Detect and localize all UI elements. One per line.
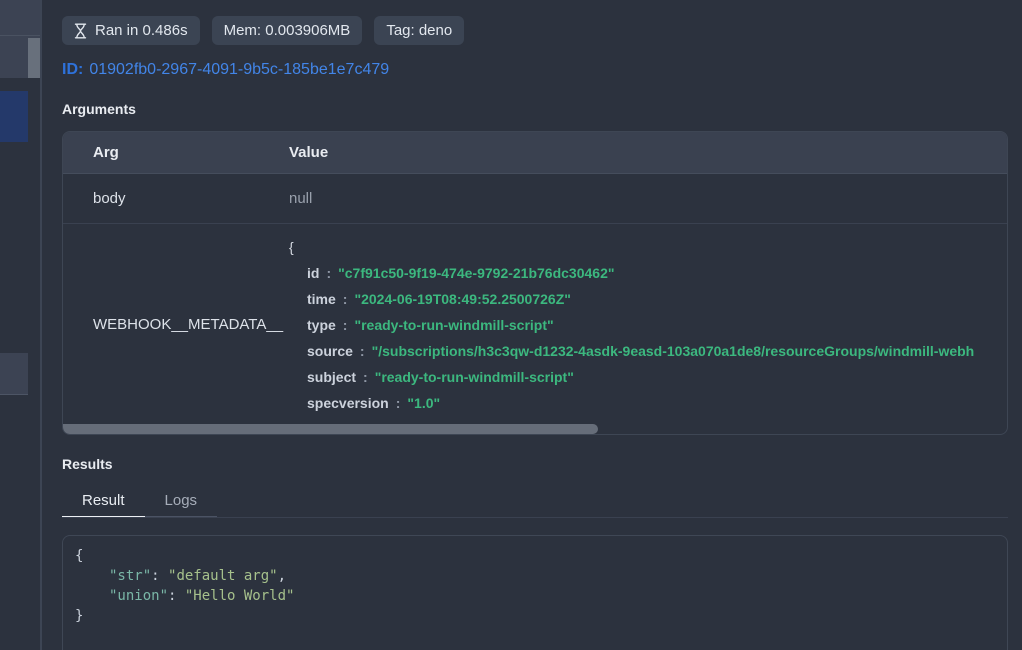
result-colon: : [151, 568, 168, 584]
run-id-value[interactable]: 01902fb0-2967-4091-9b5c-185be1e7c479 [89, 61, 389, 78]
json-entry-specversion: specversion: "1.0" [289, 390, 1007, 416]
json-entry-time: time: "2024-06-19T08:49:52.2500726Z" [289, 286, 1007, 312]
arg-name-webhook-metadata: WEBHOOK__METADATA__ [63, 316, 289, 333]
table-row-metadata: WEBHOOK__METADATA__ { id: "c7f91c50-9f19-… [63, 224, 1007, 424]
json-key: source [307, 343, 353, 359]
run-id-row: ID: 01902fb0-2967-4091-9b5c-185be1e7c479 [62, 61, 1008, 79]
results-tabs: Result Logs [62, 486, 1008, 518]
arg-value-body: null [289, 190, 1007, 207]
json-key: id [307, 265, 319, 281]
rail-scrollbar-thumb[interactable] [28, 38, 40, 78]
memory-badge: Mem: 0.003906MB [212, 16, 363, 45]
webhook-metadata-json-viewer: { id: "c7f91c50-9f19-474e-9792-21b76dc304… [289, 224, 1007, 424]
json-value: "1.0" [407, 395, 440, 411]
rail-list-item[interactable] [0, 353, 28, 395]
result-line-str: "str": "default arg", [75, 566, 995, 586]
json-colon: : [363, 369, 368, 385]
tab-logs[interactable]: Logs [145, 486, 218, 518]
result-open-brace: { [75, 546, 995, 566]
json-entry-id: id: "c7f91c50-9f19-474e-9792-21b76dc30462… [289, 260, 1007, 286]
hourglass-icon [74, 23, 87, 39]
json-entry-type: type: "ready-to-run-windmill-script" [289, 312, 1007, 338]
json-key: time [307, 291, 336, 307]
result-colon: : [168, 588, 185, 604]
result-value: "default arg" [168, 568, 278, 584]
json-colon: : [326, 265, 331, 281]
tag-badge: Tag: deno [374, 16, 464, 45]
run-detail-panel: Ran in 0.486s Mem: 0.003906MB Tag: deno … [42, 0, 1022, 650]
result-close-brace: } [75, 606, 995, 626]
tag-label: Tag: deno [386, 22, 452, 39]
json-colon: : [343, 317, 348, 333]
json-value: "ready-to-run-windmill-script" [354, 317, 553, 333]
json-entry-source: source: "/subscriptions/h3c3qw-d1232-4asd… [289, 338, 1007, 364]
result-json-panel: { "str": "default arg", "union": "Hello … [62, 535, 1008, 650]
value-column-header: Value [289, 144, 1007, 161]
left-rail [0, 0, 42, 650]
json-value: "ready-to-run-windmill-script" [375, 369, 574, 385]
json-entry-subject: subject: "ready-to-run-windmill-script" [289, 364, 1007, 390]
results-section-title: Results [62, 456, 1008, 472]
result-value: "Hello World" [185, 588, 295, 604]
arguments-section-title: Arguments [62, 101, 1008, 117]
result-key: "str" [109, 568, 151, 584]
json-open-brace: { [289, 234, 1007, 260]
arg-name-body: body [63, 190, 289, 207]
table-row: body null [63, 174, 1007, 224]
result-comma: , [278, 568, 286, 584]
arguments-table: Arg Value body null WEBHOOK__METADATA__ … [62, 131, 1008, 435]
arg-column-header: Arg [63, 144, 289, 161]
json-colon: : [343, 291, 348, 307]
json-key: specversion [307, 395, 389, 411]
arguments-table-header: Arg Value [63, 132, 1007, 174]
run-badges: Ran in 0.486s Mem: 0.003906MB Tag: deno [62, 16, 1008, 45]
json-key: type [307, 317, 336, 333]
run-id-label: ID: [62, 61, 83, 78]
json-colon: : [360, 343, 365, 359]
result-key: "union" [109, 588, 168, 604]
json-value: "/subscriptions/h3c3qw-d1232-4asdk-9easd… [372, 343, 975, 359]
rail-list-item-selected[interactable] [0, 91, 28, 142]
json-key: subject [307, 369, 356, 385]
memory-label: Mem: 0.003906MB [224, 22, 351, 39]
json-colon: : [396, 395, 401, 411]
table-horizontal-scrollbar-thumb[interactable] [63, 424, 598, 434]
result-line-union: "union": "Hello World" [75, 586, 995, 606]
run-duration-badge: Ran in 0.486s [62, 16, 200, 45]
tab-result[interactable]: Result [62, 486, 145, 518]
json-value: "c7f91c50-9f19-474e-9792-21b76dc30462" [338, 265, 614, 281]
run-duration-label: Ran in 0.486s [95, 22, 188, 39]
table-horizontal-scrollbar [63, 424, 1007, 434]
rail-divider [0, 35, 40, 36]
json-value: "2024-06-19T08:49:52.2500726Z" [354, 291, 570, 307]
